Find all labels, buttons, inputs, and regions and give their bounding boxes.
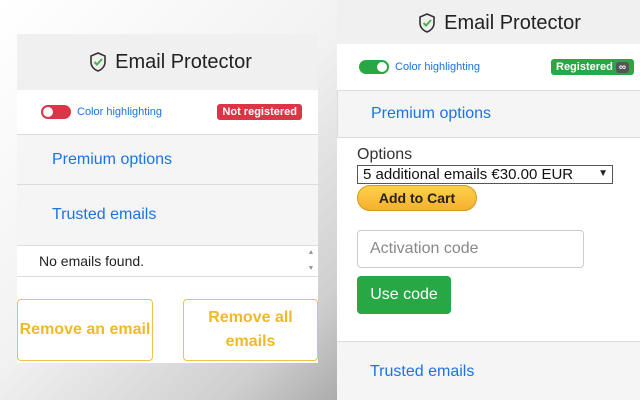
- scrollbar[interactable]: ▲ ▼: [306, 249, 316, 273]
- popup-header: Email Protector: [337, 0, 640, 44]
- use-code-button[interactable]: Use code: [357, 276, 451, 314]
- status-badge: Not registered: [217, 104, 302, 120]
- infinity-icon: ∞: [615, 61, 629, 73]
- chevron-down-icon: ▼: [598, 168, 608, 179]
- add-to-cart-button[interactable]: Add to Cart: [357, 185, 477, 211]
- premium-panel: Options 5 additional emails €30.00 EUR ▼…: [337, 137, 640, 314]
- trusted-emails-link[interactable]: Trusted emails: [17, 184, 318, 245]
- shield-check-icon: [419, 13, 435, 33]
- empty-list-message: No emails found.: [39, 253, 145, 269]
- app-title: Email Protector: [115, 50, 252, 73]
- scroll-up-icon[interactable]: ▲: [308, 249, 315, 257]
- status-row: Color highlighting Registered ∞: [337, 44, 640, 90]
- premium-options-link[interactable]: Premium options: [17, 134, 318, 184]
- app-title: Email Protector: [444, 11, 581, 34]
- email-list: No emails found. ▲ ▼: [17, 245, 318, 277]
- selected-option: 5 additional emails €30.00 EUR: [363, 166, 574, 183]
- status-badge-label: Registered: [556, 61, 613, 73]
- shield-check-icon: [90, 52, 106, 72]
- status-row: Color highlighting Not registered: [17, 90, 318, 134]
- color-highlighting-toggle[interactable]: [359, 60, 389, 74]
- options-label: Options: [357, 146, 413, 163]
- remove-all-emails-button[interactable]: Remove all emails: [183, 299, 318, 361]
- color-highlighting-label[interactable]: Color highlighting: [77, 106, 217, 118]
- color-highlighting-label[interactable]: Color highlighting: [395, 61, 551, 73]
- popup-unregistered: Email Protector Color highlighting Not r…: [17, 34, 318, 363]
- trusted-emails-link[interactable]: Trusted emails: [337, 341, 640, 400]
- popup-header: Email Protector: [17, 34, 318, 90]
- options-select[interactable]: 5 additional emails €30.00 EUR ▼: [357, 165, 613, 184]
- remove-email-button[interactable]: Remove an email: [17, 299, 153, 361]
- status-badge: Registered ∞: [551, 59, 634, 75]
- activation-code-input[interactable]: [357, 230, 584, 268]
- premium-options-link[interactable]: Premium options: [337, 90, 640, 137]
- scroll-down-icon[interactable]: ▼: [308, 265, 315, 273]
- color-highlighting-toggle[interactable]: [41, 105, 71, 119]
- popup-registered: Email Protector Color highlighting Regis…: [337, 0, 640, 400]
